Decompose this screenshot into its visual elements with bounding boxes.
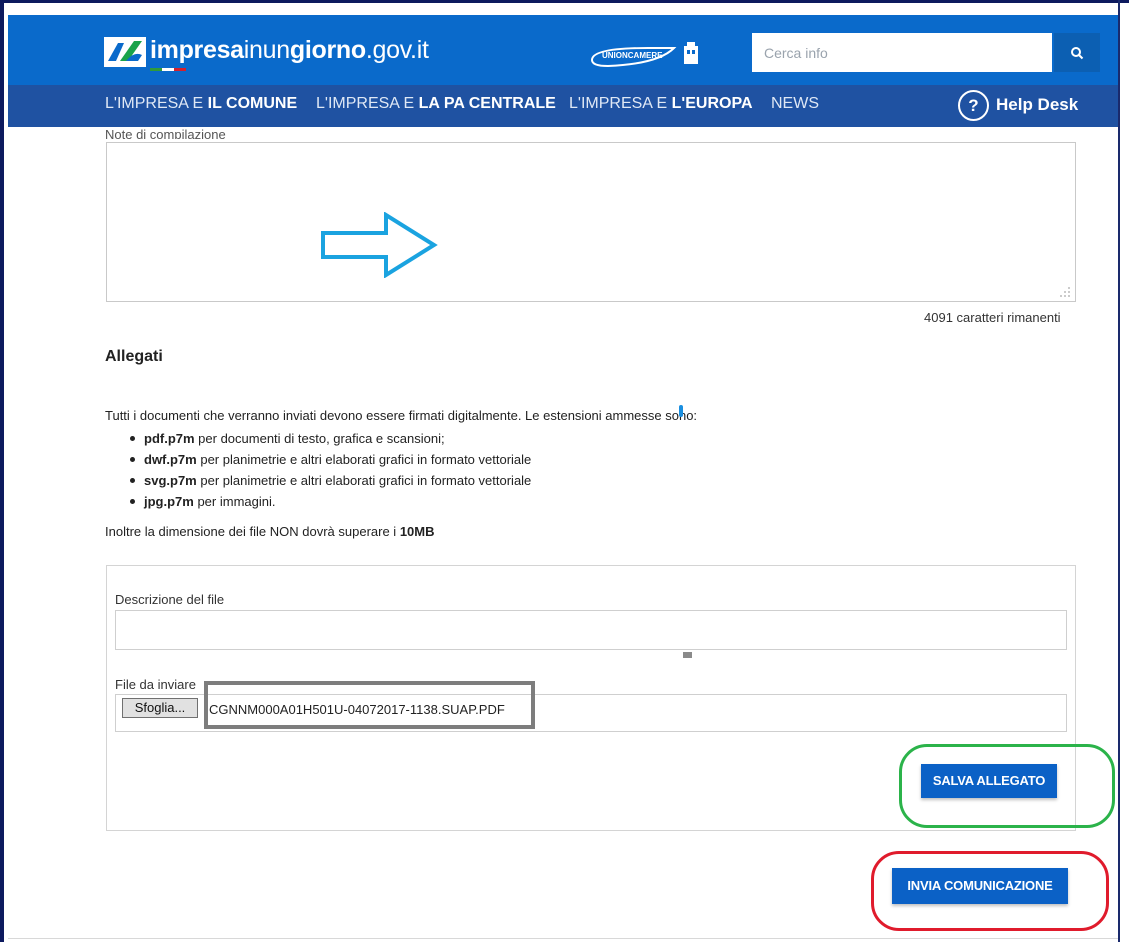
search-icon — [1071, 46, 1084, 59]
nav-item-news[interactable]: NEWS — [771, 95, 819, 113]
file-to-send-label: File da inviare — [115, 677, 196, 692]
flag-stripe — [150, 68, 186, 71]
help-icon[interactable]: ? — [958, 90, 989, 121]
frame-top-border — [0, 0, 1129, 3]
bottom-divider — [8, 938, 1118, 939]
extensions-list: pdf.p7m per documenti di testo, grafica … — [130, 428, 531, 512]
nav-item-pa-centrale[interactable]: L'IMPRESA E LA PA CENTRALE — [316, 95, 556, 113]
list-item: jpg.p7m per immagini. — [130, 491, 531, 512]
search-input[interactable] — [752, 33, 1052, 72]
frame-right-border — [1118, 0, 1120, 942]
marker-icon — [683, 652, 692, 658]
unioncamere-logo-text: UNIONCAMERE — [602, 51, 663, 60]
file-description-input[interactable] — [115, 610, 1067, 650]
bullet-icon — [130, 478, 135, 483]
notes-label: Note di compilazione — [105, 127, 226, 139]
unioncamere-logo[interactable]: UNIONCAMERE — [588, 38, 706, 72]
frame-left-border — [0, 0, 4, 942]
bullet-icon — [130, 457, 135, 462]
search-button[interactable] — [1054, 33, 1100, 72]
bullet-icon — [130, 499, 135, 504]
browse-button[interactable]: Sfoglia... — [122, 698, 198, 718]
list-item: pdf.p7m per documenti di testo, grafica … — [130, 428, 531, 449]
nav-item-europa[interactable]: L'IMPRESA E L'EUROPA — [569, 95, 753, 113]
nav-item-comune[interactable]: L'IMPRESA E IL COMUNE — [105, 95, 297, 113]
file-description-label: Descrizione del file — [115, 592, 225, 607]
list-item: svg.p7m per planimetrie e altri elaborat… — [130, 470, 531, 491]
text-cursor-icon — [679, 405, 683, 417]
logo-icon[interactable] — [104, 37, 146, 67]
site-logo-text[interactable]: impresainungiorno.gov.it — [150, 36, 429, 65]
annotation-arrow-icon — [321, 212, 438, 278]
resize-grip-icon[interactable] — [1057, 284, 1071, 298]
send-highlight-ring — [871, 851, 1109, 931]
characters-remaining: 4091 caratteri rimanenti — [924, 310, 1061, 325]
help-desk-link[interactable]: Help Desk — [996, 95, 1078, 115]
attachments-intro: Tutti i documenti che verranno inviati d… — [105, 408, 698, 423]
save-highlight-ring — [899, 744, 1115, 828]
attachments-title: Allegati — [105, 348, 163, 365]
list-item: dwf.p7m per planimetrie e altri elaborat… — [130, 449, 531, 470]
file-size-note: Inoltre la dimensione dei file NON dovrà… — [105, 524, 435, 539]
bullet-icon — [130, 436, 135, 441]
file-name-highlight-box — [204, 681, 535, 729]
notes-textarea[interactable] — [106, 142, 1076, 302]
